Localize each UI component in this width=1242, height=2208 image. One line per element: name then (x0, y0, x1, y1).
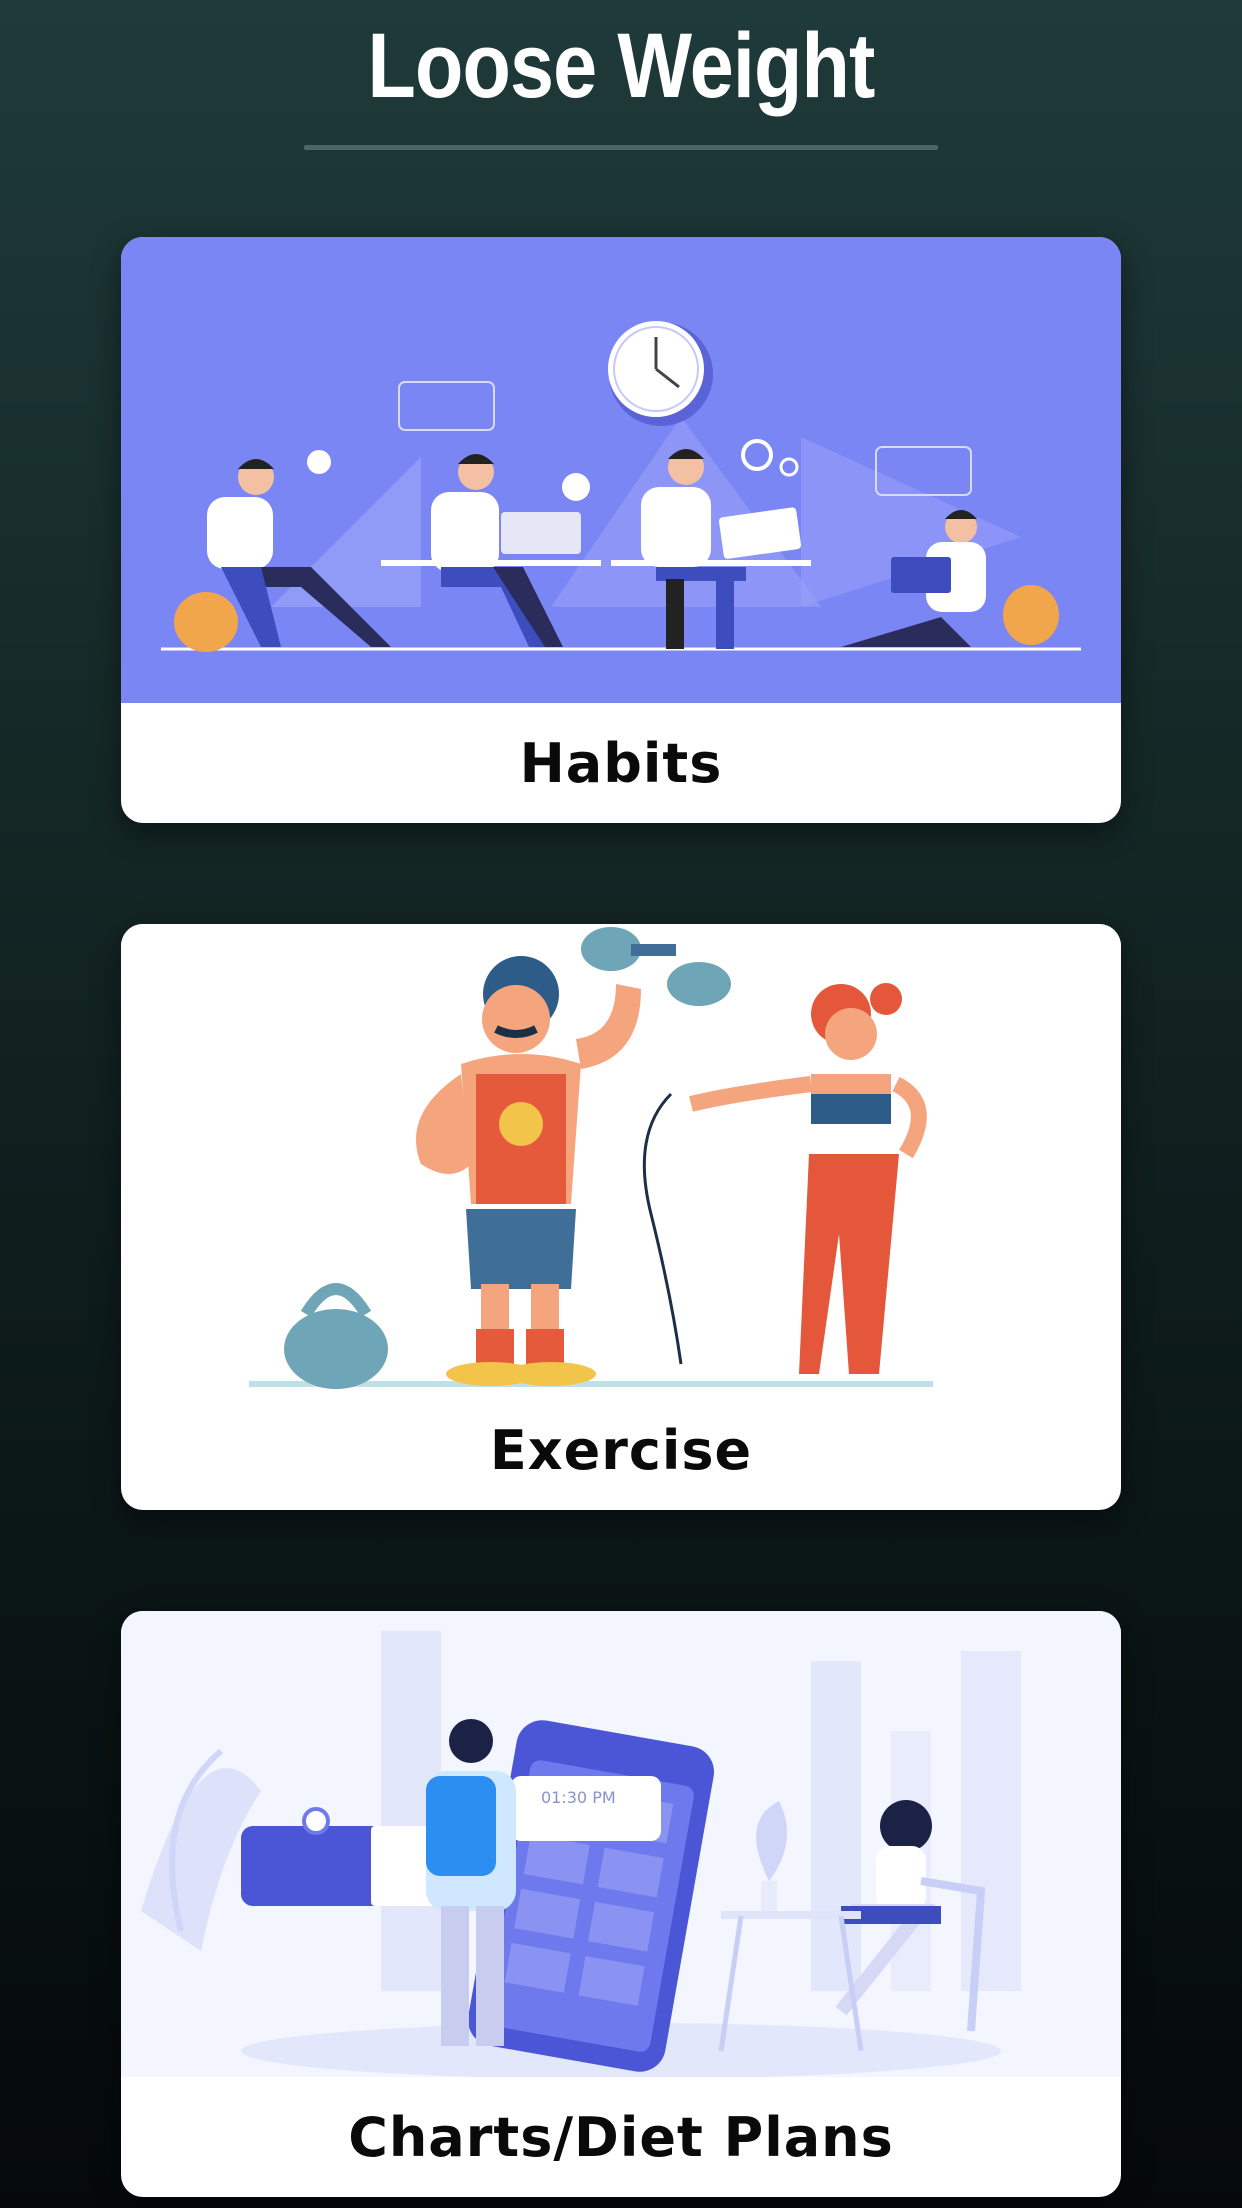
phone-planner-illustration: 01:30 PM (121, 1611, 1121, 2077)
habits-card[interactable]: Habits (121, 237, 1121, 823)
people-working-illustration (121, 237, 1121, 703)
clock-time-text: 01:30 PM (541, 1788, 616, 1807)
fitness-couple-illustration (121, 924, 1121, 1390)
exercise-card[interactable]: Exercise (121, 924, 1121, 1510)
charts-diet-plans-label: Charts/Diet Plans (348, 2105, 894, 2169)
exercise-label: Exercise (489, 1418, 753, 1482)
title-divider (304, 145, 938, 150)
habits-label: Habits (519, 731, 723, 795)
charts-diet-plans-card[interactable]: 01:30 PM Charts/Diet Plans (121, 1611, 1121, 2197)
page-title: Loose Weight (367, 15, 876, 117)
